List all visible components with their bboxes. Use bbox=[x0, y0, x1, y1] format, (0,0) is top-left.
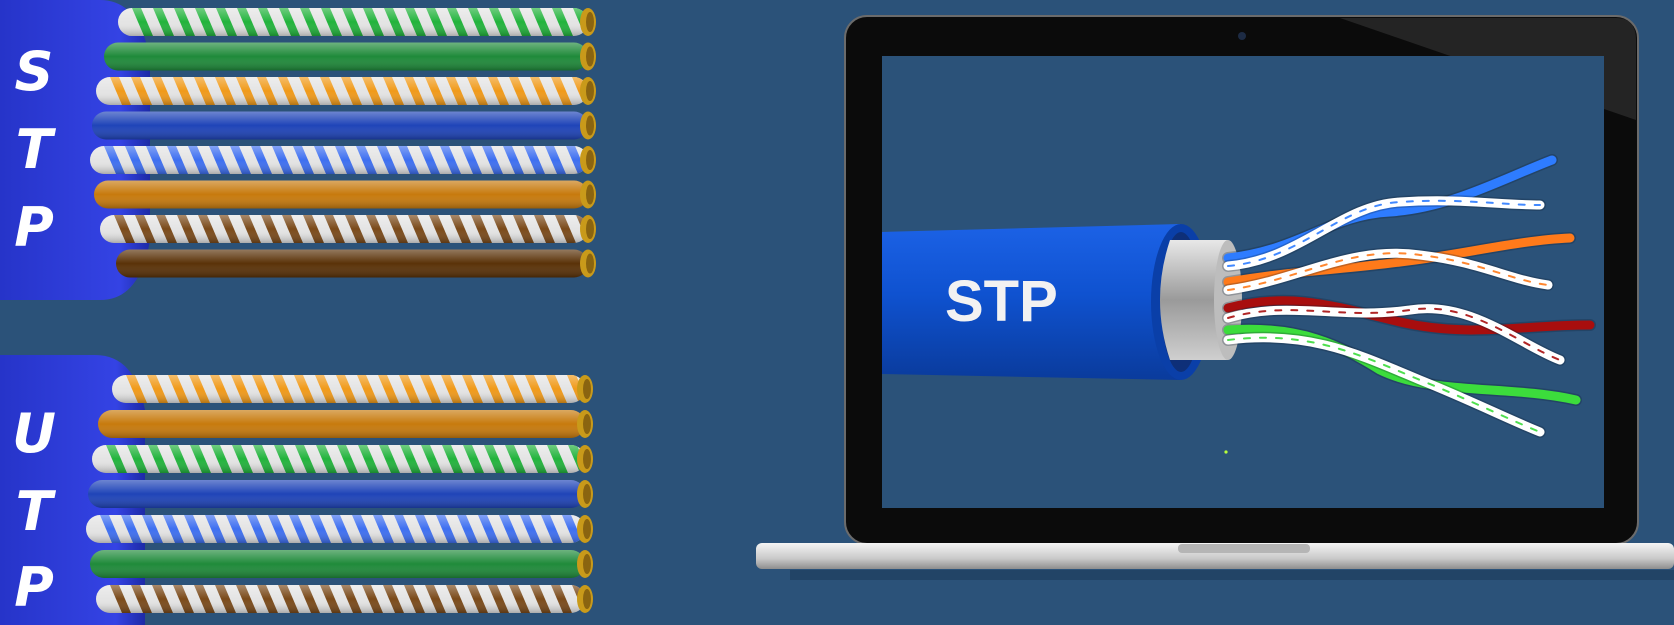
utp-wire-4 bbox=[88, 480, 593, 508]
illustration-canvas bbox=[0, 0, 1674, 625]
webcam bbox=[1238, 32, 1246, 40]
utp-wires bbox=[86, 375, 593, 613]
stp-wire-8 bbox=[116, 249, 596, 278]
stp-wire-1 bbox=[118, 8, 596, 36]
base-shadow bbox=[790, 570, 1674, 580]
utp-wire-5 bbox=[86, 515, 593, 543]
stp-wire-5 bbox=[90, 146, 596, 174]
utp-wire-6 bbox=[90, 550, 593, 578]
utp-wire-3 bbox=[92, 445, 593, 473]
stp-wires bbox=[90, 8, 596, 278]
stp-wire-6 bbox=[94, 180, 596, 209]
stp-letter-s: S bbox=[14, 40, 54, 103]
stp-wire-7 bbox=[100, 215, 596, 243]
utp-letter-u: U bbox=[12, 402, 56, 465]
stp-wire-4 bbox=[92, 111, 596, 140]
utp-wire-1 bbox=[112, 375, 593, 403]
utp-cable-bundle bbox=[0, 355, 593, 625]
stp-letter-t: T bbox=[15, 118, 53, 181]
utp-wire-7 bbox=[96, 585, 593, 613]
screen-stp-label: STP bbox=[945, 269, 1058, 334]
laptop-notch bbox=[1178, 544, 1310, 553]
stp-letter-p: P bbox=[14, 196, 54, 259]
stp-wire-3 bbox=[96, 77, 596, 105]
utp-wire-2 bbox=[98, 410, 593, 438]
stp-cable-bundle bbox=[0, 0, 596, 300]
green-dot bbox=[1224, 450, 1228, 454]
utp-letter-p: P bbox=[14, 556, 54, 619]
stp-wire-2 bbox=[104, 42, 596, 71]
utp-letter-t: T bbox=[15, 480, 53, 543]
